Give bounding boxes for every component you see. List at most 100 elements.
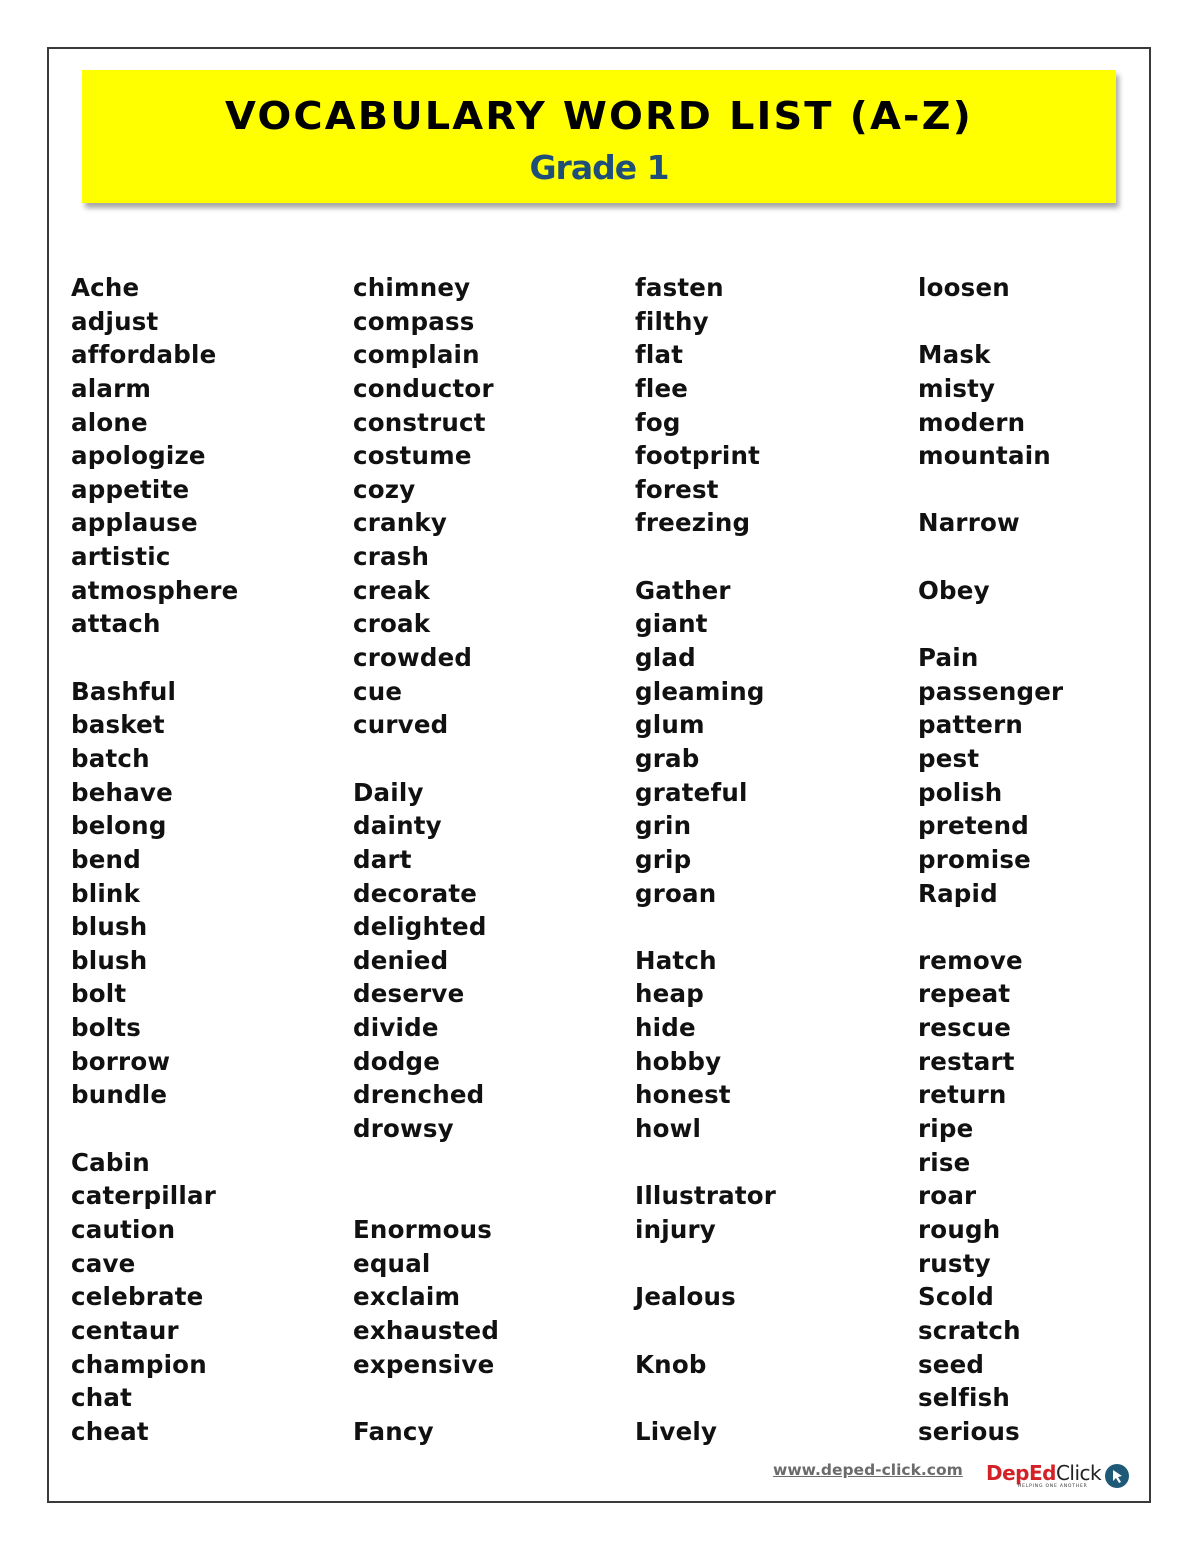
word-item: filthy bbox=[635, 306, 709, 336]
spacer-row bbox=[635, 910, 776, 944]
spacer-row bbox=[635, 540, 776, 574]
word-item: alone bbox=[71, 407, 148, 437]
word-item: Hatch bbox=[635, 945, 717, 975]
word-item: costume bbox=[353, 441, 472, 471]
word-item: Scold bbox=[918, 1282, 994, 1312]
word-item: loosen bbox=[918, 273, 1010, 302]
word-item: decorate bbox=[353, 878, 478, 908]
word-item: cozy bbox=[353, 474, 416, 504]
word-item: drenched bbox=[353, 1080, 485, 1110]
word-item: denied bbox=[353, 945, 449, 975]
word-item: scratch bbox=[918, 1315, 1021, 1345]
word-item: ripe bbox=[918, 1114, 974, 1144]
word-item: compass bbox=[353, 306, 475, 336]
word-item: celebrate bbox=[71, 1282, 204, 1312]
logo-text-deped: DepEd bbox=[986, 1461, 1056, 1485]
word-item: selfish bbox=[918, 1383, 1011, 1413]
word-item: bend bbox=[71, 844, 141, 874]
word-item: artistic bbox=[71, 542, 171, 572]
word-item: forest bbox=[635, 474, 719, 504]
word-item: cave bbox=[71, 1248, 136, 1278]
word-item: Lively bbox=[635, 1416, 718, 1446]
word-item: bundle bbox=[71, 1080, 168, 1110]
word-item: delighted bbox=[353, 912, 487, 942]
word-item: affordable bbox=[71, 340, 217, 370]
spacer-row bbox=[635, 1314, 776, 1348]
word-item: cranky bbox=[353, 508, 448, 538]
word-item: crowded bbox=[353, 643, 473, 673]
website-link[interactable]: www.deped-click.com bbox=[773, 1461, 963, 1479]
word-item: borrow bbox=[71, 1046, 171, 1076]
word-item: Pain bbox=[918, 643, 979, 673]
word-item: basket bbox=[71, 710, 165, 740]
page-title: VOCABULARY WORD LIST (A-Z) bbox=[225, 94, 973, 138]
word-item: dart bbox=[353, 844, 412, 874]
word-item: atmosphere bbox=[71, 575, 239, 605]
word-item: crash bbox=[353, 542, 430, 572]
word-item: grab bbox=[635, 743, 700, 773]
word-item: construct bbox=[353, 407, 486, 437]
word-item: pretend bbox=[918, 811, 1029, 841]
word-item: dodge bbox=[353, 1046, 441, 1076]
word-item: passenger bbox=[918, 676, 1064, 706]
logo-tagline: HELPING ONE ANOTHER bbox=[1018, 1484, 1088, 1489]
word-item: deserve bbox=[353, 979, 465, 1009]
word-item: bolts bbox=[71, 1013, 142, 1043]
word-item: complain bbox=[353, 340, 480, 370]
word-item: flat bbox=[635, 340, 684, 370]
word-item: Cabin bbox=[71, 1147, 150, 1177]
word-column-2: chimney compass complain conductor construct… bbox=[353, 271, 499, 1448]
word-item: Mask bbox=[918, 340, 991, 370]
word-item: cue bbox=[353, 676, 403, 706]
word-item: freezing bbox=[635, 508, 751, 538]
word-item: chat bbox=[71, 1383, 133, 1413]
word-item: batch bbox=[71, 743, 150, 773]
word-item: drowsy bbox=[353, 1114, 454, 1144]
word-item: conductor bbox=[353, 373, 494, 403]
word-item: heap bbox=[635, 979, 704, 1009]
cursor-arrow-icon bbox=[1105, 1464, 1129, 1488]
word-item: appetite bbox=[71, 474, 190, 504]
word-item: Knob bbox=[635, 1349, 707, 1379]
word-item: polish bbox=[918, 777, 1003, 807]
word-item: Ache bbox=[71, 273, 140, 302]
spacer-row bbox=[918, 473, 1063, 507]
word-item: mountain bbox=[918, 441, 1051, 471]
word-item: return bbox=[918, 1080, 1007, 1110]
spacer-row bbox=[71, 641, 238, 675]
word-item: promise bbox=[918, 844, 1031, 874]
depedclick-logo[interactable]: DepEdClick HELPING ONE ANOTHER bbox=[986, 1459, 1136, 1493]
footer: www.deped-click.com DepEdClick HELPING O… bbox=[773, 1459, 1138, 1493]
word-item: grip bbox=[635, 844, 692, 874]
word-item: seed bbox=[918, 1349, 985, 1379]
spacer-row bbox=[353, 1381, 499, 1415]
word-item: Obey bbox=[918, 575, 990, 605]
word-item: rusty bbox=[918, 1248, 991, 1278]
word-item: rise bbox=[918, 1147, 971, 1177]
word-item: blush bbox=[71, 912, 148, 942]
word-item: divide bbox=[353, 1013, 439, 1043]
word-item: cheat bbox=[71, 1416, 149, 1446]
word-item: apologize bbox=[71, 441, 206, 471]
spacer-row bbox=[918, 305, 1063, 339]
word-item: exhausted bbox=[353, 1315, 500, 1345]
word-item: roar bbox=[918, 1181, 977, 1211]
logo-text-click: Click bbox=[1055, 1461, 1102, 1485]
word-column-4: loosen Mask misty modern mountain Narrow Obey P… bbox=[918, 271, 1063, 1448]
word-item: flee bbox=[635, 373, 689, 403]
word-item: injury bbox=[635, 1214, 716, 1244]
word-item: Rapid bbox=[918, 878, 998, 908]
word-item: bolt bbox=[71, 979, 127, 1009]
spacer-row bbox=[635, 1381, 776, 1415]
word-item: hide bbox=[635, 1013, 696, 1043]
word-item: misty bbox=[918, 373, 996, 403]
word-column-3: fasten filthy flat flee fog footprint forest fr… bbox=[635, 271, 776, 1448]
word-item: Illustrator bbox=[635, 1181, 777, 1211]
word-item: grin bbox=[635, 811, 692, 841]
word-item: Bashful bbox=[71, 676, 177, 706]
word-item: honest bbox=[635, 1080, 731, 1110]
spacer-row bbox=[635, 1146, 776, 1180]
word-item: alarm bbox=[71, 373, 152, 403]
word-item: grateful bbox=[635, 777, 748, 807]
word-item: expensive bbox=[353, 1349, 495, 1379]
